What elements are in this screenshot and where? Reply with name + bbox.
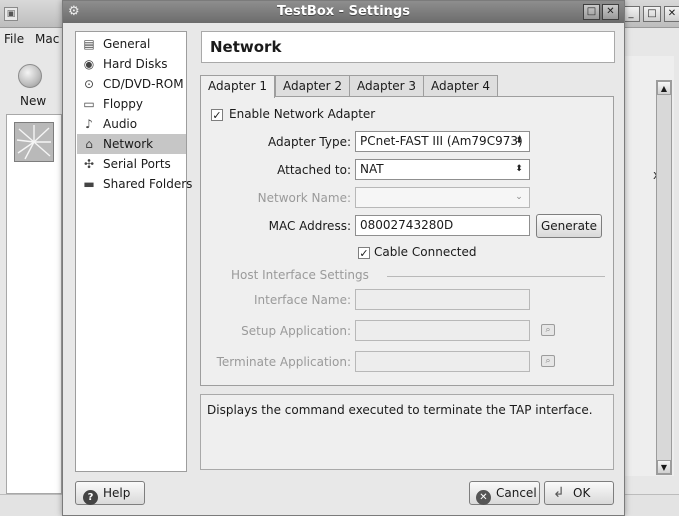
updown-icon: ⬍: [515, 164, 523, 174]
details-scrollbar[interactable]: ▲ ▼: [656, 80, 672, 475]
setup-application-input[interactable]: [355, 320, 530, 341]
new-vm-label[interactable]: New: [20, 94, 46, 108]
menu-machine[interactable]: Mac: [35, 32, 59, 46]
tab-adapter-3[interactable]: Adapter 3: [349, 75, 425, 97]
mac-address-input[interactable]: 08002743280D: [355, 215, 530, 236]
folder-browse-icon[interactable]: ⌕: [541, 355, 555, 367]
ok-label: OK: [573, 486, 591, 500]
nav-item-hard-disks[interactable]: ◉ Hard Disks: [77, 54, 186, 74]
help-button[interactable]: ? Help: [75, 481, 145, 505]
help-icon: ?: [83, 490, 98, 505]
dialog-maximize-icon[interactable]: □: [583, 4, 600, 20]
terminate-application-label: Terminate Application:: [216, 355, 351, 369]
tab-adapter-4[interactable]: Adapter 4: [423, 75, 499, 97]
nav-item-label: Floppy: [103, 97, 143, 111]
new-vm-icon[interactable]: [18, 64, 42, 88]
hard-disk-icon: ◉: [83, 57, 95, 71]
description-text: Displays the command executed to termina…: [207, 403, 593, 417]
vm-thumbnail-icon[interactable]: [14, 122, 54, 162]
nav-item-label: Audio: [103, 117, 138, 131]
vm-list[interactable]: [6, 114, 62, 494]
shared-folder-icon: ▬: [83, 177, 95, 191]
tab-adapter-1[interactable]: Adapter 1: [200, 75, 276, 98]
interface-name-input[interactable]: [355, 289, 530, 310]
attached-to-select[interactable]: NAT ⬍: [355, 159, 530, 180]
settings-dialog: ⚙ TestBox - Settings □ ✕ ▤ General ◉ Har…: [62, 0, 625, 516]
attached-to-value: NAT: [360, 162, 384, 176]
window-menu-icon[interactable]: ▣: [4, 7, 18, 21]
help-label: Help: [103, 486, 131, 500]
interface-name-label: Interface Name:: [254, 293, 351, 307]
scroll-up-icon[interactable]: ▲: [657, 81, 671, 95]
ok-button[interactable]: ↲ OK: [544, 481, 614, 505]
nav-item-label: Shared Folders: [103, 177, 193, 191]
cable-connected-label[interactable]: Cable Connected: [374, 245, 477, 259]
adapter-type-value: PCnet-FAST III (Am79C973): [360, 134, 523, 148]
section-header: Network: [201, 31, 615, 63]
adapter-type-select[interactable]: PCnet-FAST III (Am79C973) ⬍: [355, 131, 530, 152]
scroll-down-icon[interactable]: ▼: [657, 460, 671, 474]
cancel-label: Cancel: [496, 486, 537, 500]
network-name-combo[interactable]: ⌄: [355, 187, 530, 208]
generate-mac-button[interactable]: Generate: [536, 214, 602, 238]
cancel-icon: ✕: [476, 490, 491, 505]
serial-port-icon: ✣: [83, 157, 95, 171]
cancel-button[interactable]: ✕ Cancel: [469, 481, 540, 505]
chevron-down-icon: ⌄: [515, 192, 523, 202]
cable-connected-checkbox[interactable]: ✓: [358, 247, 370, 259]
adapter-type-label: Adapter Type:: [267, 135, 351, 149]
attached-to-label: Attached to:: [277, 163, 351, 177]
dialog-title: TestBox - Settings: [277, 4, 410, 19]
network-icon: ⌂: [85, 137, 93, 151]
nav-item-label: General: [103, 37, 151, 51]
description-box: Displays the command executed to termina…: [200, 394, 614, 470]
nav-item-floppy[interactable]: ▭ Floppy: [77, 94, 186, 114]
nav-item-label: Serial Ports: [103, 157, 171, 171]
host-interface-group-label: Host Interface Settings: [231, 268, 369, 282]
nav-item-label: CD/DVD-ROM: [103, 77, 184, 91]
adapter-pane: ✓ Enable Network Adapter Adapter Type: P…: [200, 96, 614, 386]
folder-browse-icon[interactable]: ⌕: [541, 324, 555, 336]
nav-item-shared-folders[interactable]: ▬ Shared Folders: [77, 174, 192, 194]
enable-adapter-label[interactable]: Enable Network Adapter: [229, 107, 375, 121]
cdrom-icon: ⊙: [83, 77, 95, 91]
dialog-close-icon[interactable]: ✕: [602, 4, 619, 20]
nav-item-label: Network: [103, 137, 154, 151]
enable-adapter-checkbox[interactable]: ✓: [211, 109, 223, 121]
nav-item-label: Hard Disks: [103, 57, 168, 71]
group-divider: [387, 276, 605, 277]
floppy-icon: ▭: [83, 97, 95, 111]
nav-item-cdrom[interactable]: ⊙ CD/DVD-ROM: [77, 74, 186, 94]
general-icon: ▤: [83, 37, 95, 51]
settings-nav-list: ▤ General ◉ Hard Disks ⊙ CD/DVD-ROM ▭ Fl…: [75, 31, 192, 472]
nav-item-audio[interactable]: ♪ Audio: [77, 114, 186, 134]
audio-icon: ♪: [85, 117, 93, 131]
network-name-label: Network Name:: [257, 191, 351, 205]
page-title: Network: [210, 38, 282, 56]
updown-icon: ⬍: [515, 136, 523, 146]
enter-icon: ↲: [553, 485, 565, 501]
setup-application-label: Setup Application:: [241, 324, 351, 338]
terminate-application-input[interactable]: [355, 351, 530, 372]
mac-address-label: MAC Address:: [268, 219, 351, 233]
menu-file[interactable]: File: [4, 32, 24, 46]
nav-item-network[interactable]: ⌂ Network: [77, 134, 186, 154]
maximize-icon[interactable]: □: [643, 6, 661, 22]
close-icon[interactable]: ✕: [664, 6, 679, 22]
tab-adapter-2[interactable]: Adapter 2: [275, 75, 351, 97]
nav-item-general[interactable]: ▤ General: [77, 34, 186, 54]
nav-item-serial-ports[interactable]: ✣ Serial Ports: [77, 154, 186, 174]
